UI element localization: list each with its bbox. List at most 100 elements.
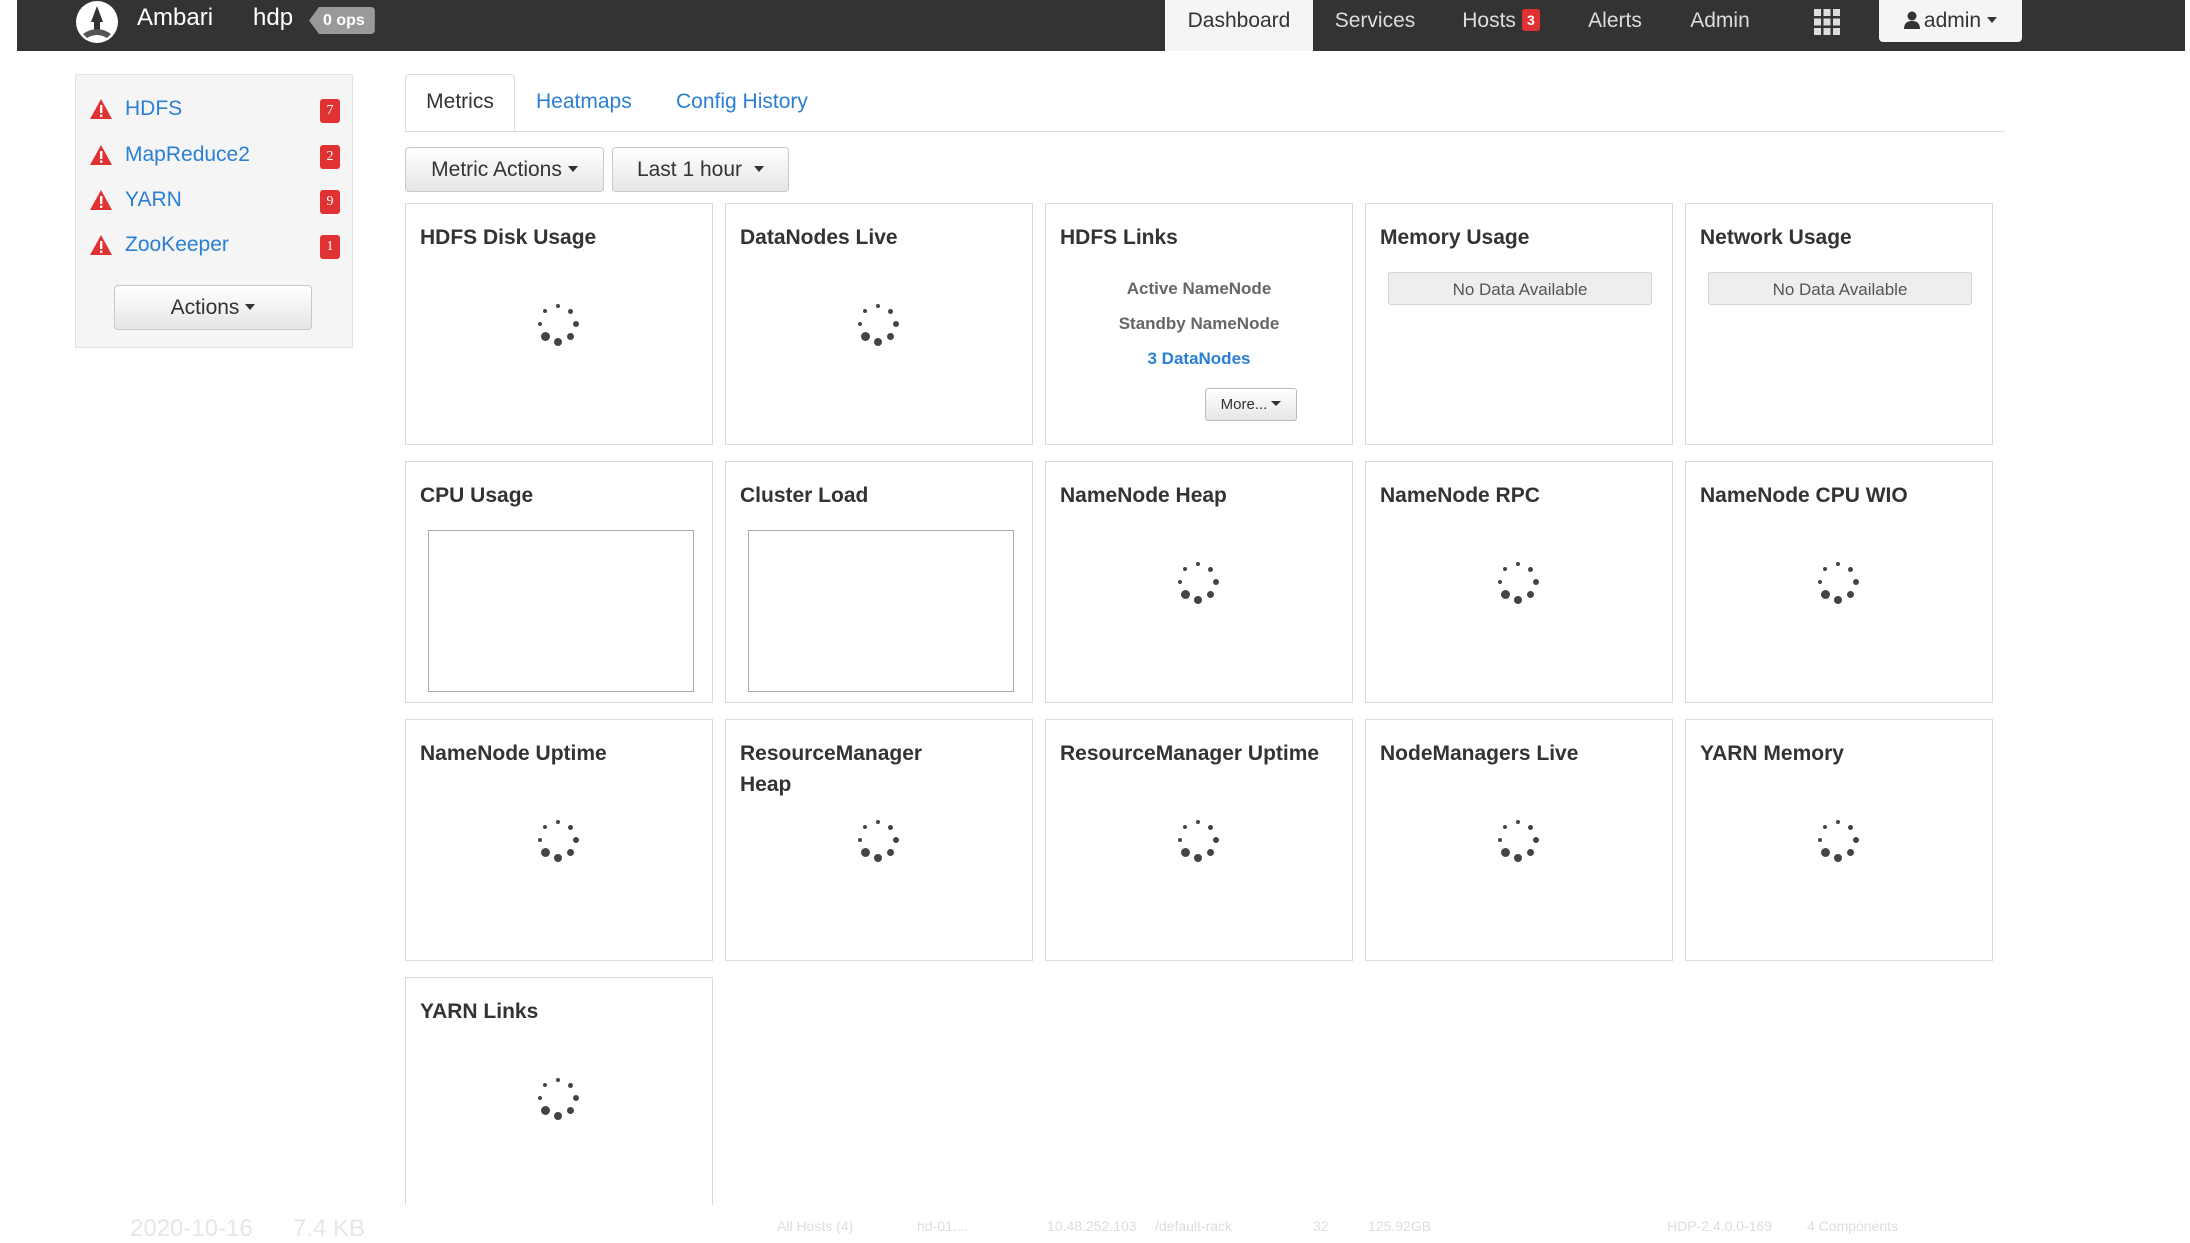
time-range-dropdown[interactable]: Last 1 hour [612,147,789,192]
tab-heatmaps[interactable]: Heatmaps [536,74,632,130]
tab-metrics[interactable]: Metrics [405,74,515,131]
ghost-version: HDP-2.4.0.0-169 [1667,1218,1773,1234]
spinner-dot [540,332,550,342]
spinner-dot [568,824,574,830]
loading-spinner-icon [1173,815,1223,865]
widget-yarn-memory[interactable]: YARN Memory [1685,719,1993,961]
active-namenode-link[interactable]: Active NameNode [1046,279,1352,299]
nav-alerts[interactable]: Alerts [1565,0,1665,51]
chevron-down-icon [754,166,765,172]
ambari-logo-icon[interactable] [73,0,121,44]
nav-dashboard[interactable]: Dashboard [1165,0,1313,51]
widget-hdfs-links[interactable]: HDFS Links Active NameNode Standby NameN… [1045,203,1353,445]
spinner-dot [543,1083,548,1088]
service-actions-button[interactable]: Actions [114,285,312,330]
datanodes-link[interactable]: 3 DataNodes [1046,349,1352,369]
spinner-dot [1500,848,1510,858]
spinner-dot [1183,825,1188,830]
tab-config-history[interactable]: Config History [676,74,808,130]
tab-metrics-label: Metrics [426,90,494,113]
spinner-dot [1514,596,1522,604]
widget-title: NameNode Heap [1060,484,1227,507]
brand-name[interactable]: Ambari [137,4,213,32]
widget-datanodes-live[interactable]: DataNodes Live [725,203,1033,445]
widget-title: Cluster Load [740,484,869,507]
actions-label: Actions [170,296,240,319]
widget-hdfs-disk-usage[interactable]: HDFS Disk Usage [405,203,713,445]
spinner-dot [1527,849,1535,857]
widget-nodemanagers-live[interactable]: NodeManagers Live [1365,719,1673,961]
widget-title: HDFS Links [1060,226,1178,249]
service-name[interactable]: HDFS [125,97,182,121]
sidebar-item-zookeeper[interactable]: ZooKeeper 1 [90,229,340,263]
cluster-name[interactable]: hdp [253,4,293,32]
spinner-dot [1178,580,1182,584]
widget-cluster-load[interactable]: Cluster Load [725,461,1033,703]
nav-hosts[interactable]: Hosts 3 [1437,0,1565,51]
spinner-dot [1836,820,1840,824]
spinner-dot [1500,590,1510,600]
alert-count-badge[interactable]: 2 [320,145,340,169]
spinner-dot [1848,566,1854,572]
cluster-load-chart-area[interactable] [748,530,1014,692]
spinner-dot [1516,820,1520,824]
spinner-dot [1848,824,1854,830]
widget-namenode-cpu-wio[interactable]: NameNode CPU WIO [1685,461,1993,703]
widget-namenode-rpc[interactable]: NameNode RPC [1365,461,1673,703]
spinner-dot [1836,562,1840,566]
metric-actions-button[interactable]: Metric Actions [405,147,604,192]
spinner-dot [1503,567,1508,572]
cpu-usage-chart-area[interactable] [428,530,694,692]
spinner-dot [554,854,562,862]
widget-yarn-links[interactable]: YARN Links [405,977,713,1205]
spinner-dot [556,820,560,824]
widget-memory-usage[interactable]: Memory Usage No Data Available [1365,203,1673,445]
standby-namenode-link[interactable]: Standby NameNode [1046,314,1352,334]
nav-alerts-label: Alerts [1588,9,1642,32]
widget-network-usage[interactable]: Network Usage No Data Available [1685,203,1993,445]
widget-title: NameNode Uptime [420,742,607,765]
spinner-dot [567,849,575,857]
more-label: More... [1220,396,1268,413]
nav-services-label: Services [1334,9,1416,32]
more-links-button[interactable]: More... [1205,388,1297,421]
ghost-host: hd-01.... [917,1218,969,1234]
ghost-ip: 10.48.252.103 [1047,1218,1137,1234]
background-ops-badge[interactable]: 0 ops [309,7,375,34]
tab-config-history-label: Config History [676,90,808,113]
spinner-dot [1196,562,1200,566]
widget-namenode-uptime[interactable]: NameNode Uptime [405,719,713,961]
widget-resourcemanager-uptime[interactable]: ResourceManager Uptime [1045,719,1353,961]
nav-admin[interactable]: Admin [1665,0,1775,51]
sidebar-item-yarn[interactable]: YARN 9 [90,184,340,218]
nav-services[interactable]: Services [1313,0,1437,51]
time-range-label: Last 1 hour [636,158,743,181]
spinner-dot [1853,579,1859,585]
widget-namenode-heap[interactable]: NameNode Heap [1045,461,1353,703]
spinner-dot [1514,854,1522,862]
spinner-dot [874,854,882,862]
spinner-dot [1178,838,1182,842]
service-name[interactable]: YARN [125,188,182,212]
widget-resourcemanager-heap[interactable]: ResourceManager Heap [725,719,1033,961]
alert-count-badge[interactable]: 9 [320,190,340,214]
spinner-dot [1516,562,1520,566]
spinner-dot [554,1112,562,1120]
top-navbar: Ambari hdp 0 ops Dashboard Services Host… [17,0,2185,51]
nav-hosts-label: Hosts [1462,9,1516,32]
sidebar-item-mapreduce2[interactable]: MapReduce2 2 [90,139,340,173]
alert-count-badge[interactable]: 7 [320,99,340,123]
spinner-dot [1213,837,1219,843]
warning-icon [90,190,112,210]
grid-icon[interactable] [1814,9,1840,35]
spinner-dot [1823,825,1828,830]
service-name[interactable]: MapReduce2 [125,143,250,167]
widget-cpu-usage[interactable]: CPU Usage [405,461,713,703]
alert-count-badge[interactable]: 1 [320,235,340,259]
spinner-dot [1853,837,1859,843]
user-menu-button[interactable]: admin [1879,0,2022,42]
sidebar-item-hdfs[interactable]: HDFS 7 [90,93,340,127]
no-data-notice: No Data Available [1388,272,1652,305]
widget-title: HDFS Disk Usage [420,226,597,249]
service-name[interactable]: ZooKeeper [125,233,229,257]
